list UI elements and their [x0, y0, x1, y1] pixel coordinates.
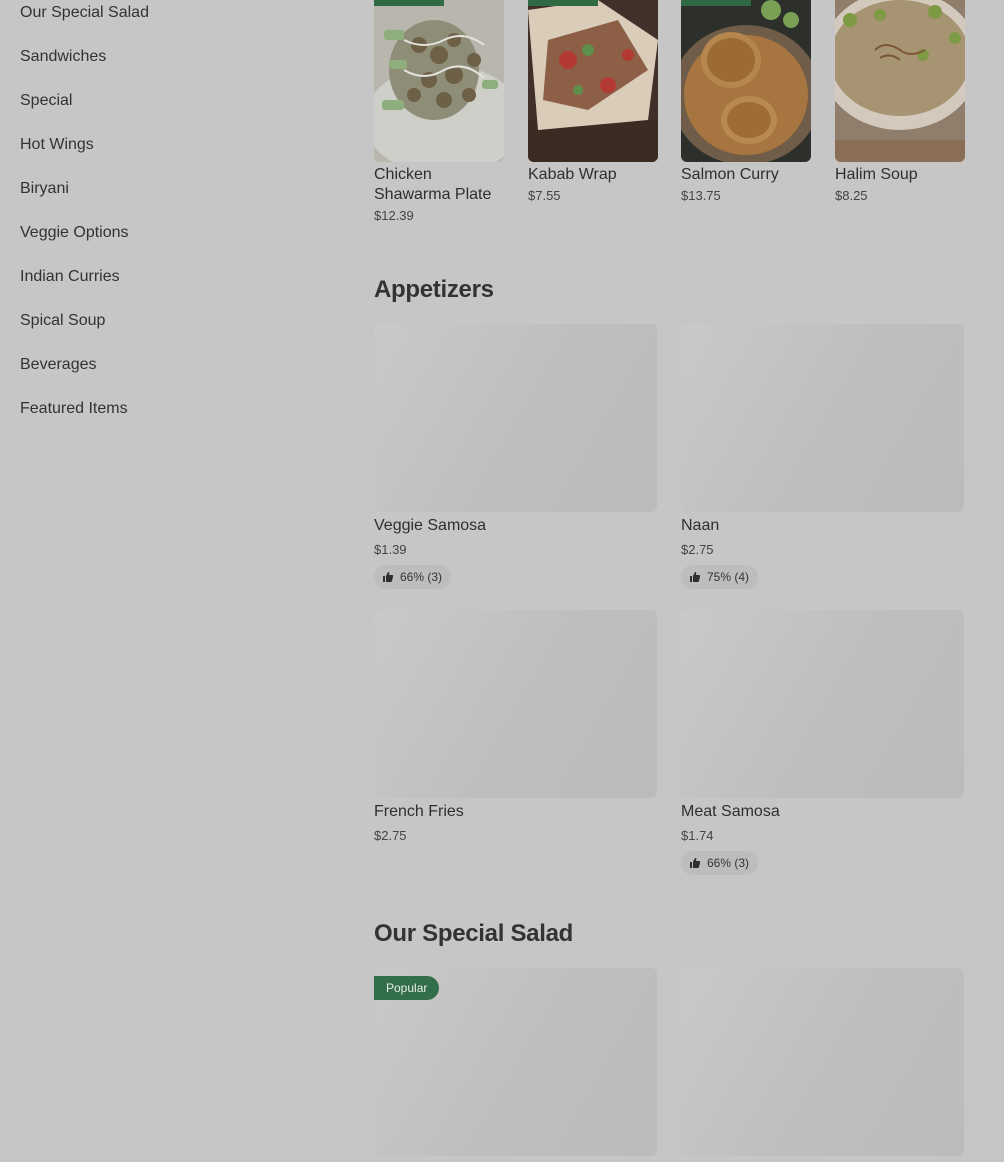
kabab-wrap-image — [528, 0, 658, 162]
rating-text: 66% (3) — [400, 570, 443, 584]
sidebar-item-sandwiches[interactable]: Sandwiches — [20, 44, 320, 88]
featured-items-row: Chicken Shawarma Plate $12.39 Kabab Wrap… — [374, 0, 965, 240]
food-image — [374, 0, 504, 162]
item-price: $1.39 — [374, 542, 407, 557]
rating-text: 66% (3) — [707, 856, 750, 870]
salmon-curry-image — [681, 0, 811, 162]
food-image — [528, 0, 658, 162]
thumbs-up-icon — [383, 572, 394, 582]
item-name: French Fries — [374, 803, 464, 820]
item-name: Halim Soup — [835, 166, 918, 183]
menu-item-card[interactable]: Meat Samosa $1.74 66% (3) — [681, 610, 964, 875]
badge-strip — [374, 0, 444, 6]
item-name: Veggie Samosa — [374, 517, 487, 534]
thumbs-up-icon — [690, 572, 701, 582]
food-image-placeholder — [374, 610, 657, 798]
section-title-appetizers: Appetizers — [374, 276, 494, 303]
item-name: Naan — [681, 517, 720, 534]
menu-item-card[interactable]: French Fries $2.75 — [374, 610, 657, 843]
featured-item-card[interactable]: Chicken Shawarma Plate $12.39 — [374, 0, 504, 223]
food-image-placeholder — [681, 610, 964, 798]
category-sidebar: Our Special Salad Sandwiches Special Hot… — [20, 0, 320, 440]
sidebar-item-special[interactable]: Special — [20, 88, 320, 132]
sidebar-item-featured-items[interactable]: Featured Items — [20, 396, 320, 440]
menu-item-card[interactable] — [681, 968, 964, 1156]
menu-item-card[interactable]: Popular — [374, 968, 657, 1156]
chicken-shawarma-plate-image — [374, 0, 504, 162]
item-price: $12.39 — [374, 208, 414, 223]
food-image-placeholder: Popular — [374, 968, 657, 1156]
featured-item-card[interactable]: Kabab Wrap $7.55 — [528, 0, 658, 203]
item-price: $13.75 — [681, 188, 721, 203]
rating-badge: 75% (4) — [681, 565, 759, 589]
food-image-placeholder — [681, 968, 964, 1156]
sidebar-item-our-special-salad[interactable]: Our Special Salad — [20, 0, 320, 44]
rating-badge: 66% (3) — [374, 565, 452, 589]
sidebar-item-biryani[interactable]: Biryani — [20, 176, 320, 220]
item-price: $8.25 — [835, 188, 868, 203]
sidebar-item-veggie-options[interactable]: Veggie Options — [20, 220, 320, 264]
item-price: $1.74 — [681, 828, 714, 843]
featured-item-card[interactable]: Halim Soup $8.25 — [835, 0, 965, 203]
sidebar-item-beverages[interactable]: Beverages — [20, 352, 320, 396]
item-price: $2.75 — [681, 542, 714, 557]
item-name: Salmon Curry — [681, 166, 779, 183]
food-image — [835, 0, 965, 162]
rating-badge: 66% (3) — [681, 851, 759, 875]
sidebar-item-indian-curries[interactable]: Indian Curries — [20, 264, 320, 308]
rating-text: 75% (4) — [707, 570, 750, 584]
menu-item-card[interactable]: Veggie Samosa $1.39 66% (3) — [374, 324, 657, 589]
sidebar-item-spical-soup[interactable]: Spical Soup — [20, 308, 320, 352]
badge-strip — [528, 0, 598, 6]
featured-item-card[interactable]: Salmon Curry $13.75 — [681, 0, 811, 203]
food-image-placeholder — [681, 324, 964, 512]
section-title-special-salad: Our Special Salad — [374, 920, 573, 947]
sidebar-item-hot-wings[interactable]: Hot Wings — [20, 132, 320, 176]
item-name: Meat Samosa — [681, 803, 780, 820]
item-name: Kabab Wrap — [528, 166, 617, 183]
thumbs-up-icon — [690, 858, 701, 868]
halim-soup-image — [835, 0, 965, 162]
item-price: $2.75 — [374, 828, 407, 843]
item-name: Chicken Shawarma Plate — [374, 166, 492, 203]
badge-strip — [681, 0, 751, 6]
popular-badge: Popular — [374, 976, 440, 1000]
food-image-placeholder — [374, 324, 657, 512]
menu-item-card[interactable]: Naan $2.75 75% (4) — [681, 324, 964, 589]
item-price: $7.55 — [528, 188, 561, 203]
food-image — [681, 0, 811, 162]
